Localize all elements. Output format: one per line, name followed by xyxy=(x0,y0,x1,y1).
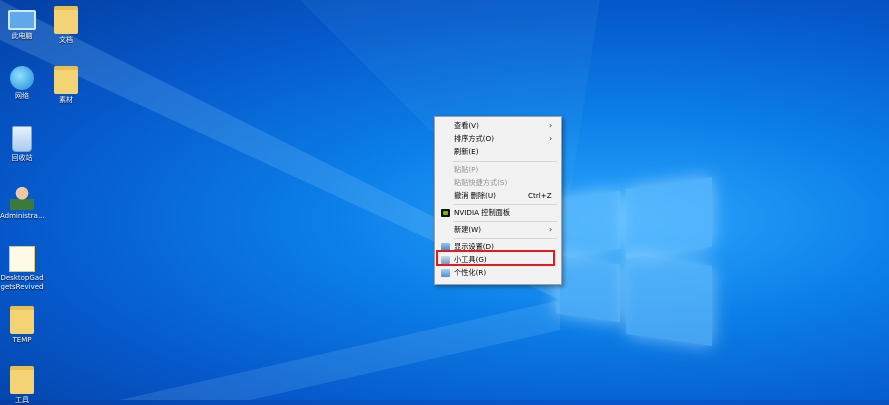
menu-item-paste[interactable]: 粘贴(P) xyxy=(435,164,561,176)
menu-separator xyxy=(453,161,557,162)
desktop-icon-label: 网络 xyxy=(15,92,29,100)
menu-item-label: 刷新(E) xyxy=(454,147,479,156)
menu-item-label: 撤消 删除(U) xyxy=(454,191,496,200)
menu-item-paste-shortcut[interactable]: 粘贴快捷方式(S) xyxy=(435,177,561,189)
submenu-arrow-icon: › xyxy=(549,121,553,130)
recycle-bin-icon xyxy=(12,126,32,152)
menu-item-personalize[interactable]: 个性化(R) xyxy=(435,267,561,279)
desktop-icon-materials[interactable]: 素材 xyxy=(44,66,88,105)
windows-logo-pane-top-right xyxy=(626,176,712,260)
windows-logo-pane-bottom-left xyxy=(556,255,620,323)
highlight-box-gadgets xyxy=(436,250,555,266)
menu-item-label: 查看(V) xyxy=(454,121,479,130)
desktop-icon-temp[interactable]: TEMP xyxy=(0,306,44,345)
menu-item-label: 个性化(R) xyxy=(454,268,487,277)
desktop-icon-desktopgadgetsrevived[interactable]: DesktopGad getsRevived xyxy=(0,246,44,292)
materials-folder-icon xyxy=(54,66,78,94)
desktop-icon-label: 此电脑 xyxy=(11,32,33,40)
menu-item-label: NVIDIA 控制面板 xyxy=(454,208,511,217)
temp-folder-icon xyxy=(10,306,34,334)
tools-folder-icon xyxy=(10,366,34,394)
menu-separator xyxy=(453,221,557,222)
submenu-arrow-icon: › xyxy=(549,225,553,234)
menu-item-nvidia-control-panel[interactable]: NVIDIA 控制面板 xyxy=(435,207,561,219)
menu-item-undo-delete[interactable]: 撤消 删除(U) Ctrl+Z xyxy=(435,190,561,202)
computer-icon xyxy=(8,10,36,30)
desktop-icon-documents[interactable]: 文档 xyxy=(44,6,88,45)
desktop-icon-label: 工具 xyxy=(15,396,29,404)
nvidia-icon xyxy=(441,209,450,217)
desktop-icon-label-line1: DesktopGad xyxy=(0,274,44,282)
desktop-icon-label: 素材 xyxy=(59,96,73,104)
menu-item-view[interactable]: 查看(V) › xyxy=(435,120,561,132)
menu-item-label: 新建(W) xyxy=(454,225,482,234)
personalize-icon xyxy=(441,269,450,277)
desktop-icon-label-line2: getsRevived xyxy=(0,283,44,291)
desktop-icon-label: 文档 xyxy=(59,36,73,44)
desktop-icon-administrator[interactable]: Administra... xyxy=(0,186,45,221)
menu-item-label: 粘贴(P) xyxy=(454,165,479,174)
menu-item-refresh[interactable]: 刷新(E) xyxy=(435,146,561,158)
desktop-icon-network[interactable]: 网络 xyxy=(0,66,44,101)
menu-item-new[interactable]: 新建(W) › xyxy=(435,224,561,236)
desktop-icon-label: 回收站 xyxy=(11,154,33,162)
windows-logo-pane-top-left xyxy=(556,190,620,258)
menu-separator xyxy=(453,238,557,239)
desktop-icon-this-pc[interactable]: 此电脑 xyxy=(0,6,44,41)
menu-item-shortcut: Ctrl+Z xyxy=(528,191,552,200)
menu-item-sort-by[interactable]: 排序方式(O) › xyxy=(435,133,561,145)
menu-item-label: 粘贴快捷方式(S) xyxy=(454,178,508,187)
desktop-icon-recycle-bin[interactable]: 回收站 xyxy=(0,126,44,163)
desktop-icon-label: TEMP xyxy=(12,336,32,344)
file-icon xyxy=(9,246,35,272)
desktop-icon-label: Administra... xyxy=(0,212,45,220)
submenu-arrow-icon: › xyxy=(549,134,553,143)
windows-logo-pane-bottom-right xyxy=(626,253,712,347)
menu-item-label: 排序方式(O) xyxy=(454,134,495,143)
documents-folder-icon xyxy=(54,6,78,34)
desktop-icon-tools[interactable]: 工具 xyxy=(0,366,44,405)
network-icon xyxy=(10,66,34,90)
menu-separator xyxy=(453,204,557,205)
user-folder-icon xyxy=(10,186,34,210)
